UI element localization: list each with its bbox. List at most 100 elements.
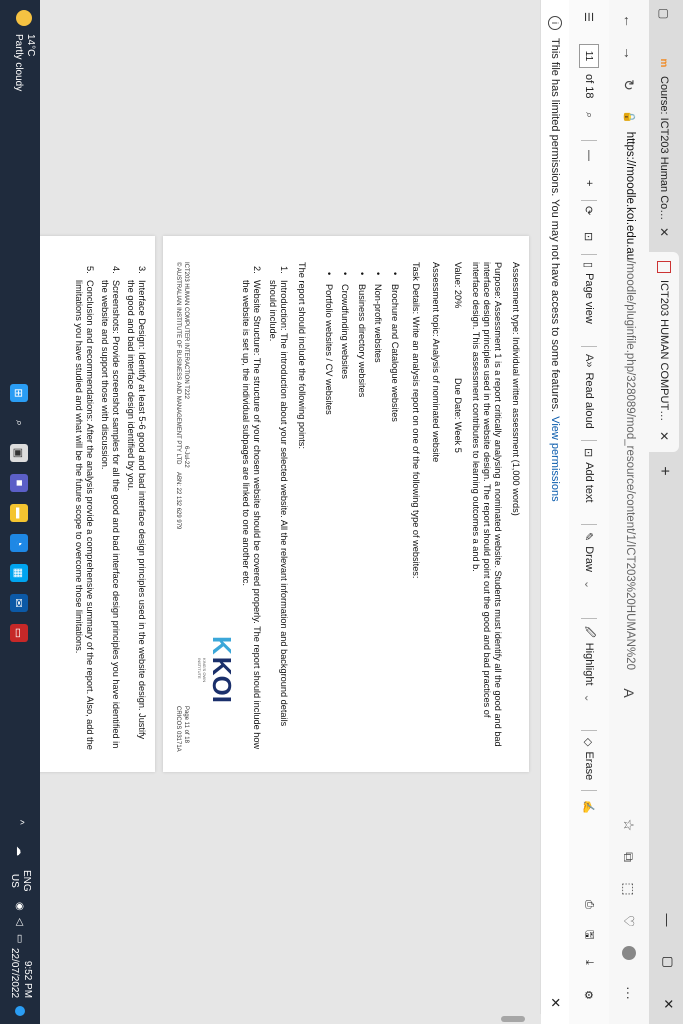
list-item: Crowdfunding websites	[337, 268, 354, 422]
store-icon[interactable]: ▦	[10, 564, 28, 582]
close-window-button[interactable]: ✕	[653, 984, 683, 1024]
save-icon[interactable]: 🖫	[569, 930, 609, 939]
refresh-icon[interactable]: ↻	[617, 72, 641, 98]
lock-icon: 🔒	[623, 110, 636, 124]
chevron-down-icon[interactable]: ⌄	[583, 580, 596, 589]
purpose-text: Purpose: Assessment 1 is a report critic…	[471, 262, 503, 747]
close-icon[interactable]: ✕	[657, 428, 671, 444]
search-icon[interactable]: ⌕	[10, 414, 28, 432]
maximize-button[interactable]: ▢	[653, 942, 683, 982]
favorites-icon[interactable]: ☆	[617, 812, 641, 838]
scroll-thumb[interactable]	[501, 1016, 525, 1022]
list-item: 5. Conclusion and recommendations: After …	[74, 266, 95, 750]
vertical-scrollbar[interactable]	[0, 1014, 541, 1024]
show-hidden-icons[interactable]: ^	[0, 820, 40, 825]
date: 22/07/2022	[9, 948, 20, 999]
report-intro: The report should include the following …	[297, 262, 307, 449]
temperature: 14°C	[25, 34, 36, 57]
table-of-contents-icon[interactable]: ☰	[569, 12, 609, 27]
weather-widget[interactable]: 14°C Partly cloudy	[12, 10, 36, 91]
screen: ▢ m Course: ICT203 Human Comput ✕ ICT203…	[0, 0, 683, 1024]
minimize-button[interactable]: —	[653, 900, 683, 940]
browser-essentials-icon[interactable]: ♡	[617, 908, 641, 934]
forward-icon[interactable]: →	[617, 40, 641, 66]
mail-icon[interactable]: ✉	[10, 594, 28, 612]
add-text-button[interactable]: ⊡ Add text	[569, 448, 609, 503]
wifi-icon[interactable]: ◉	[0, 902, 40, 911]
tab-label: ICT203 HUMAN COMPUTER INTE	[658, 280, 670, 428]
start-icon[interactable]: ⊞	[10, 384, 28, 402]
eraser-icon: ◇	[582, 738, 595, 747]
chevron-down-icon[interactable]: ⌄	[583, 694, 596, 703]
page-total: of 18	[583, 74, 595, 99]
chat-icon[interactable]: ■	[10, 474, 28, 492]
read-aloud-icon: A»	[583, 354, 595, 368]
task-view-icon[interactable]: ▣	[10, 444, 28, 462]
extensions-icon[interactable]: ⬚	[617, 876, 641, 902]
highlight-icon: 🖉	[583, 626, 596, 638]
tab-strip: ▢ m Course: ICT203 Human Comput ✕ ICT203…	[649, 0, 683, 1024]
koi-logo: K KOI KING'S OWN INSTITUTE	[197, 636, 237, 704]
profile-icon[interactable]	[617, 940, 641, 966]
language-indicator[interactable]: ENG US	[0, 870, 40, 892]
add-text-label: Add text	[583, 462, 595, 503]
footer-date: 6-Jul-22	[183, 446, 189, 468]
time: 9:52 PM	[22, 960, 33, 999]
find-icon[interactable]: ⌕	[569, 112, 609, 123]
settings-icon[interactable]: ⚙	[569, 990, 609, 1000]
page-indicator: 11 of 18	[569, 44, 609, 98]
permissions-infobar: i This file has limited permissions. You…	[540, 0, 569, 1024]
back-icon[interactable]: ←	[617, 8, 641, 34]
assessment-topic: Assessment topic: Analysis of nominated …	[431, 262, 441, 463]
read-aloud-button[interactable]: A» Read aloud	[569, 354, 609, 429]
list-item: Business directory websites	[354, 268, 371, 422]
draw-button[interactable]: ✎ Draw ⌄	[569, 532, 609, 589]
file-explorer-icon[interactable]: ▬	[10, 504, 28, 522]
onedrive-icon[interactable]: ☁	[0, 846, 40, 856]
touch-writing-icon[interactable]: ✍	[569, 800, 609, 814]
footer-page: Page 11 of 18	[183, 706, 189, 743]
list-item: 1. Introduction: The introduction about y…	[268, 266, 289, 727]
clock[interactable]: 9:52 PM 22/07/2022	[8, 948, 34, 998]
list-item: 3. Interface Design: Identify at least 5-…	[126, 266, 147, 740]
tab-actions[interactable]: ▢	[649, 0, 679, 48]
footer-institute: © AUSTRALIAN INSTITUTE OF BUSINESS AND M…	[175, 262, 181, 465]
zoom-out-button[interactable]: —	[569, 150, 609, 161]
volume-icon[interactable]: ◁	[0, 918, 40, 926]
print-icon[interactable]: ⎙	[569, 900, 609, 909]
app-icon[interactable]: ▭	[10, 624, 28, 642]
tab-course[interactable]: m Course: ICT203 Human Comput ✕	[649, 48, 679, 248]
zoom-in-button[interactable]: +	[569, 180, 609, 186]
rotate-icon[interactable]: ⟳	[569, 206, 609, 220]
new-tab-button[interactable]: +	[653, 460, 675, 482]
url-path: /moodle/pluginfile.php/328089/mod_resour…	[624, 260, 636, 670]
address-bar[interactable]: 🔒 https://moodle.koi.edu.au/moodle/plugi…	[617, 110, 643, 670]
notification-icon[interactable]	[0, 1006, 40, 1016]
page-view-button[interactable]: ▯ Page view	[569, 262, 609, 324]
read-view-icon[interactable]: A	[617, 680, 641, 706]
page-view-icon: ▯	[582, 262, 595, 269]
assessment-type: Assessment type: Individual written asse…	[511, 262, 521, 516]
list-item: 4. Screenshots: Provide screenshot sample…	[100, 266, 121, 749]
weather-condition: Partly cloudy	[13, 34, 24, 92]
navigation-bar: ← → ↻ 🔒 https://moodle.koi.edu.au/moodle…	[609, 0, 649, 1024]
close-icon[interactable]: ✕	[657, 224, 671, 240]
value-text: Value: 20%	[453, 262, 463, 309]
more-icon[interactable]: ···	[617, 980, 641, 1006]
save-as-icon[interactable]: ⤓	[569, 960, 609, 965]
erase-button[interactable]: ◇ Erase	[569, 738, 609, 780]
edge-icon[interactable]: ◔	[10, 534, 28, 552]
task-details: Task Details: Write an analysis report o…	[411, 262, 421, 579]
fit-page-icon[interactable]: ⊡	[569, 232, 609, 246]
highlight-button[interactable]: 🖉 Highlight ⌄	[569, 626, 609, 703]
read-aloud-label: Read aloud	[583, 372, 595, 429]
taskbar: 14°C Partly cloudy ⊞ ⌕ ▣ ■ ▬ ◔ ▦ ✉ ▭ ^ ☁…	[0, 0, 40, 1024]
close-icon[interactable]: ✕	[547, 997, 563, 1008]
page-number-input[interactable]: 11	[579, 44, 599, 68]
collections-icon[interactable]: ⧉	[617, 844, 641, 870]
battery-icon[interactable]: ▭	[0, 934, 40, 943]
list-item: 2. Website Structure: The structure of yo…	[241, 266, 262, 750]
url-host: https://moodle.koi.edu.au	[624, 131, 636, 261]
tab-pdf[interactable]: ICT203 HUMAN COMPUTER INTE ✕	[649, 252, 679, 452]
view-permissions-link[interactable]: View permissions	[549, 416, 561, 501]
